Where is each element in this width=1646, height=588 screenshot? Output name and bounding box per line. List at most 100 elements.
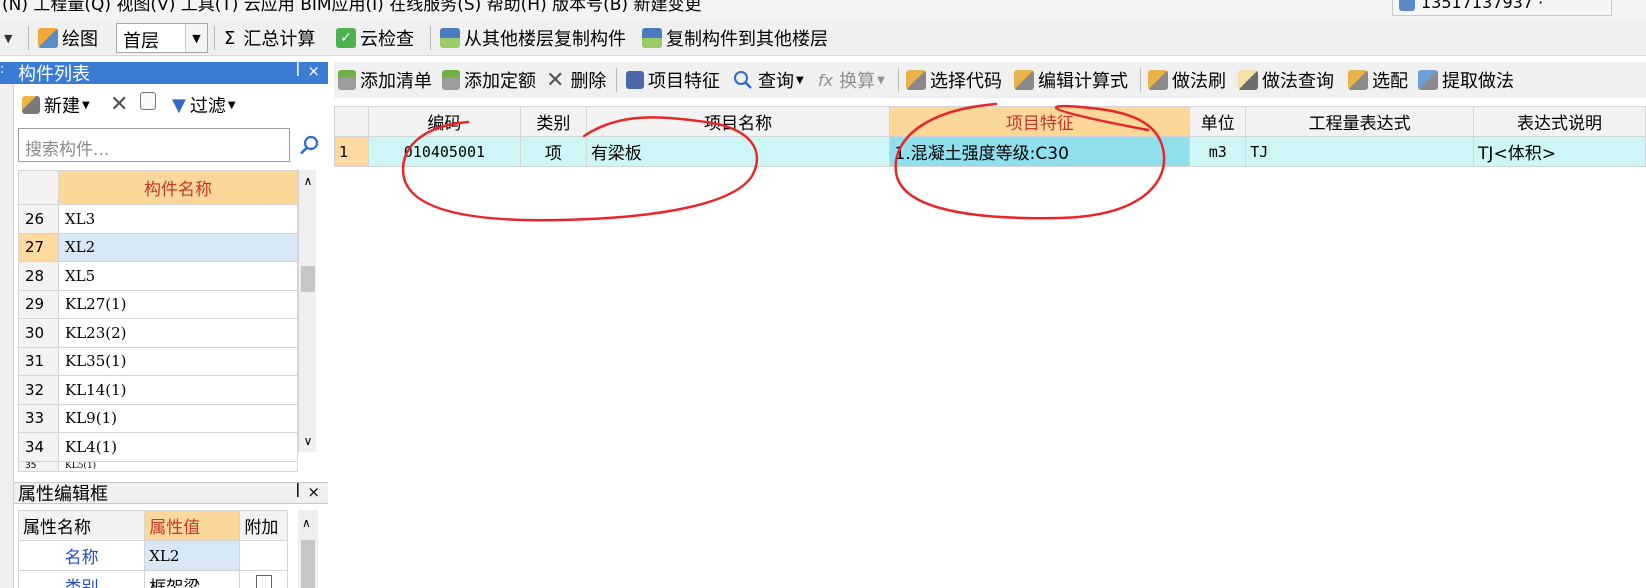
select-config-icon — [1348, 70, 1368, 90]
menu-items[interactable]: (N) 工程量(Q) 视图(V) 工具(T) 云应用 BIM应用(I) 在线服务… — [2, 0, 701, 15]
chevron-up-icon[interactable]: ∧ — [302, 516, 311, 530]
expression-cell[interactable]: TJ — [1245, 136, 1475, 167]
component-list-scrollbar[interactable]: ∧ ∨ — [298, 170, 316, 452]
add-list-icon — [338, 70, 356, 90]
component-row[interactable]: 29 KL27(1) — [18, 289, 298, 319]
component-row-name[interactable]: KL14(1) — [58, 375, 298, 405]
category-cell[interactable]: 项 — [519, 136, 587, 167]
code-header[interactable]: 编码 — [367, 106, 521, 137]
edit-formula-button[interactable]: 编辑计算式 — [1014, 66, 1128, 94]
unit-cell[interactable]: m3 — [1189, 136, 1247, 167]
select-code-button[interactable]: 选择代码 — [906, 66, 1002, 94]
component-row[interactable]: 31 KL35(1) — [18, 346, 298, 376]
component-row[interactable]: 32 KL14(1) — [18, 375, 298, 405]
item-name-cell[interactable]: 有梁板 — [585, 136, 891, 167]
expression-header[interactable]: 工程量表达式 — [1245, 106, 1475, 137]
cloud-check-button[interactable]: ✓ 云检查 — [336, 24, 414, 52]
component-row[interactable]: 26 XL3 — [18, 204, 298, 234]
copy-floor-icon — [440, 28, 460, 48]
item-feature-header[interactable]: 项目特征 — [889, 106, 1191, 137]
user-account-box[interactable]: 13517137937 · — [1392, 0, 1612, 16]
close-icon[interactable]: × — [307, 62, 320, 80]
feature-icon — [626, 71, 644, 89]
table-row[interactable]: 1 010405001 项 有梁板 1.混凝土强度等级:C30 m3 TJ TJ… — [334, 136, 1646, 167]
delete-button[interactable]: ✕ 删除 — [546, 66, 606, 94]
component-row[interactable]: 34 KL4(1) — [18, 432, 298, 462]
search-component-input[interactable]: 搜索构件... — [18, 128, 290, 162]
close-icon[interactable]: × — [307, 483, 320, 501]
pin-icon[interactable]: ꟾ — [296, 62, 300, 80]
filter-label: 过滤 — [189, 96, 226, 117]
filter-button[interactable]: ▼ 过滤 ▼ — [172, 92, 236, 118]
component-row-name[interactable]: XL2 — [58, 232, 298, 262]
pin-icon[interactable]: ꟾ — [296, 483, 300, 501]
item-feature-cell[interactable]: 1.混凝土强度等级:C30 — [889, 136, 1191, 167]
floor-select[interactable]: 首层 ▼ — [116, 23, 208, 53]
component-name-header[interactable]: 构件名称 — [58, 170, 298, 205]
attribute-row[interactable]: 类别 框架梁 — [17, 570, 288, 588]
draw-button[interactable]: 绘图 — [38, 24, 98, 52]
add-list-button[interactable]: 添加清单 — [338, 66, 432, 94]
item-feature-button[interactable]: 项目特征 — [626, 66, 720, 94]
chevron-down-icon: ▼ — [227, 99, 236, 111]
list-toolbar: 添加清单 添加定额 ✕ 删除 项目特征 查询 ▼ fx 换算 ▼ 选择代码 编辑… — [334, 62, 1646, 98]
copy-to-floor-button[interactable]: 复制构件到其他楼层 — [642, 24, 828, 52]
expression-desc-header[interactable]: 表达式说明 — [1473, 106, 1646, 137]
component-row-selected[interactable]: 27 XL2 — [18, 232, 298, 262]
component-row-name[interactable]: KL5(1) — [58, 460, 298, 472]
component-row-index: 33 — [18, 403, 59, 433]
component-row-name[interactable]: KL27(1) — [58, 289, 298, 319]
copy-from-floor-button[interactable]: 从其他楼层复制构件 — [440, 24, 626, 52]
component-row-index: 34 — [18, 432, 59, 462]
menu-bar: (N) 工程量(Q) 视图(V) 工具(T) 云应用 BIM应用(I) 在线服务… — [0, 0, 1646, 20]
component-row[interactable]: 33 KL9(1) — [18, 403, 298, 433]
convert-button[interactable]: fx 换算 ▼ — [818, 66, 885, 94]
attribute-scrollbar[interactable]: ∧ — [298, 510, 318, 588]
category-header[interactable]: 类别 — [519, 106, 587, 137]
select-config-button[interactable]: 选配 — [1348, 66, 1408, 94]
expression-desc-cell[interactable]: TJ<体积> — [1473, 136, 1646, 167]
add-quota-button[interactable]: 添加定额 — [442, 66, 536, 94]
attr-extra-checkbox[interactable] — [255, 575, 272, 588]
scrollbar-thumb[interactable] — [301, 540, 315, 588]
attr-value[interactable]: XL2 — [144, 540, 241, 571]
new-component-button[interactable]: 新建 ▼ — [22, 92, 90, 118]
left-edge-tab[interactable]: : — [0, 62, 14, 84]
scrollbar-thumb[interactable] — [301, 266, 315, 292]
attr-value[interactable]: 框架梁 — [144, 570, 241, 588]
component-row-name[interactable]: KL23(2) — [58, 318, 298, 348]
item-name-header[interactable]: 项目名称 — [585, 106, 891, 137]
component-row[interactable]: 30 KL23(2) — [18, 318, 298, 348]
copy-from-floor-label: 从其他楼层复制构件 — [464, 29, 626, 50]
component-row-name[interactable]: KL35(1) — [58, 346, 298, 376]
search-button[interactable] — [292, 128, 326, 162]
component-row[interactable]: 28 XL5 — [18, 261, 298, 291]
left-dock-bar — [0, 84, 14, 588]
component-row-name[interactable]: KL9(1) — [58, 403, 298, 433]
row-index: 1 — [334, 136, 369, 167]
extract-method-button[interactable]: 提取做法 — [1418, 66, 1514, 94]
copy-component-icon[interactable] — [140, 92, 160, 110]
component-row-name[interactable]: XL5 — [58, 261, 298, 291]
component-row-name[interactable]: XL3 — [58, 204, 298, 234]
query-button[interactable]: 查询 ▼ — [732, 66, 804, 94]
attribute-table: 属性名称 属性值 附加 名称 XL2 类别 框架梁 — [17, 510, 288, 588]
chevron-up-icon[interactable]: ∧ — [302, 174, 314, 188]
delete-component-icon[interactable]: ✕ — [110, 92, 128, 117]
toolbar-separator — [430, 26, 431, 50]
attr-name: 类别 — [17, 570, 146, 588]
method-query-button[interactable]: 做法查询 — [1238, 66, 1334, 94]
component-row[interactable]: 35 KL5(1) — [18, 460, 298, 472]
unit-header[interactable]: 单位 — [1189, 106, 1247, 137]
sum-calc-button[interactable]: Σ 汇总计算 — [224, 24, 315, 52]
chevron-down-icon[interactable]: ▼ — [185, 24, 207, 52]
code-cell[interactable]: 010405001 — [367, 136, 521, 167]
sigma-icon: Σ — [224, 27, 236, 49]
extract-method-icon — [1418, 70, 1438, 90]
query-label: 查询 — [758, 71, 794, 92]
chevron-down-icon[interactable]: ∨ — [302, 434, 314, 448]
toolbar-overflow-button[interactable]: ▼ — [4, 24, 12, 52]
attribute-row[interactable]: 名称 XL2 — [17, 540, 288, 571]
method-brush-button[interactable]: 做法刷 — [1148, 66, 1226, 94]
component-row-name[interactable]: KL4(1) — [58, 432, 298, 462]
